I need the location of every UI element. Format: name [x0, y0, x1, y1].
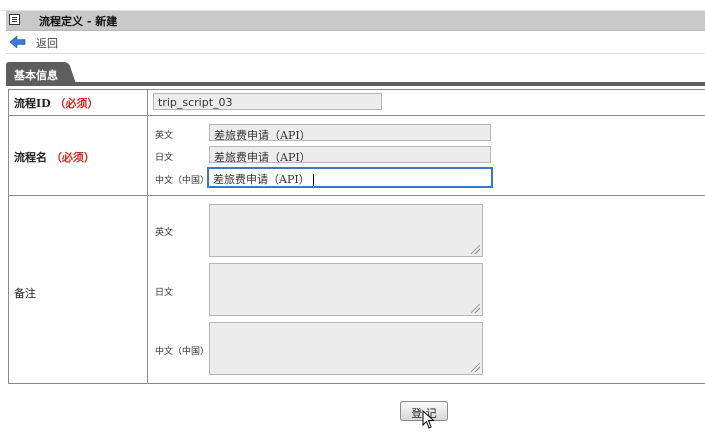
flow-id-label: 流程ID （必须）: [14, 95, 99, 111]
row-divider: [8, 115, 705, 116]
back-link[interactable]: 返回: [36, 35, 58, 51]
top-strip: [0, 0, 705, 11]
lang-label-ja: 日文: [155, 288, 174, 298]
resize-grip-icon[interactable]: [471, 245, 480, 254]
flow-name-zh-value: 差旅费申请（API）: [213, 173, 310, 186]
remarks-ja-textarea[interactable]: [209, 263, 483, 316]
nav-bar: 返回: [6, 31, 705, 54]
form-border-bottom: [8, 383, 705, 384]
flow-name-en-input[interactable]: 差旅费申请（API）: [209, 124, 491, 141]
lang-label-en: 英文: [155, 131, 174, 141]
tab-underline: [6, 82, 705, 86]
required-mark: （必须）: [50, 151, 95, 164]
lang-label-zh: 中文（中国）: [155, 176, 210, 186]
resize-grip-icon[interactable]: [471, 363, 480, 372]
flow-name-label-text: 流程名: [14, 151, 47, 164]
flow-name-ja-input[interactable]: 差旅费申请（API）: [209, 146, 491, 163]
back-arrow-icon[interactable]: [10, 36, 26, 48]
flow-name-label: 流程名 （必须）: [14, 149, 95, 165]
remarks-en-textarea[interactable]: [209, 204, 483, 257]
flow-id-label-text: 流程ID: [14, 97, 51, 110]
mouse-pointer-icon: [422, 410, 435, 429]
remarks-label: 备注: [14, 287, 36, 300]
form-border-top: [8, 89, 705, 90]
lang-label-zh: 中文（中国）: [155, 347, 210, 357]
lang-label-ja: 日文: [155, 153, 174, 163]
flow-id-input[interactable]: trip_script_03: [153, 93, 382, 110]
row-divider: [8, 195, 705, 196]
remarks-zh-textarea[interactable]: [209, 322, 483, 375]
tab-basic-info[interactable]: 基本信息: [6, 62, 76, 84]
text-caret: [312, 174, 314, 186]
tab-label: 基本信息: [14, 69, 58, 82]
form-border-left: [8, 89, 9, 384]
lang-label-en: 英文: [155, 228, 174, 238]
resize-grip-icon[interactable]: [471, 304, 480, 313]
page-header: 流程定义 - 新建: [6, 11, 705, 31]
page-title: 流程定义 - 新建: [39, 15, 118, 28]
document-icon: [9, 14, 20, 25]
column-divider: [147, 89, 148, 384]
flow-name-zh-input[interactable]: 差旅费申请（API）: [207, 167, 493, 188]
required-mark: （必须）: [54, 97, 99, 110]
